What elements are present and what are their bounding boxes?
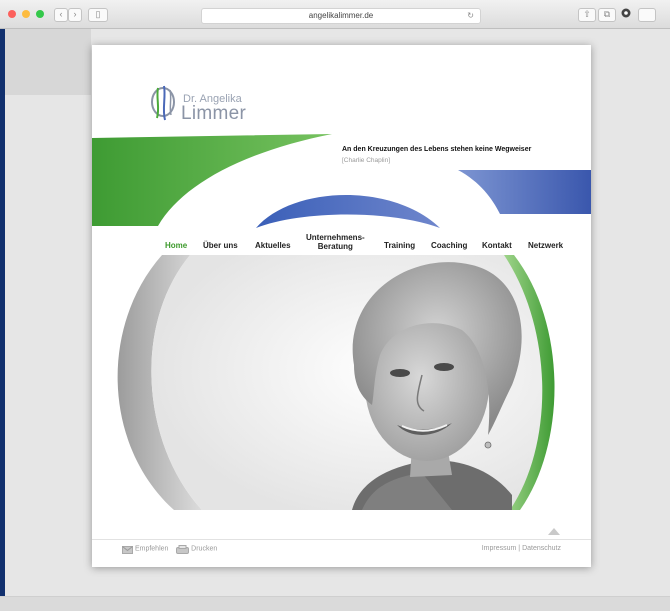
sidebar-button[interactable]: ▯ xyxy=(88,8,108,22)
nav-label: Über uns xyxy=(203,241,238,250)
printer-icon xyxy=(176,545,190,554)
print-link[interactable]: Drucken xyxy=(176,545,218,554)
more-button[interactable] xyxy=(638,8,656,22)
browser-toolbar: ‹ › ▯ angelikalimmer.de ↻ ⇧ ⧉ xyxy=(0,0,670,29)
nav-item-aktuelles[interactable]: Aktuelles xyxy=(255,241,291,250)
nav-label-line1: Unternehmens- xyxy=(306,233,365,242)
nav-label: Netzwerk xyxy=(528,241,564,250)
background-strip xyxy=(0,29,5,610)
browser-status-bar xyxy=(0,596,670,611)
extension-button[interactable] xyxy=(618,8,634,20)
chevron-left-icon: ‹ xyxy=(59,9,63,19)
logo-mark-icon xyxy=(151,85,175,121)
nav-item-coaching[interactable]: Coaching xyxy=(431,241,467,250)
logo-line2: Limmer xyxy=(181,103,247,124)
footer-divider xyxy=(92,539,591,540)
main-navigation: Home Über uns Aktuelles Unternehmens- Be… xyxy=(92,231,591,255)
minimize-window-button[interactable] xyxy=(22,10,30,18)
nav-item-ueber-uns[interactable]: Über uns xyxy=(203,241,238,250)
nav-item-training[interactable]: Training xyxy=(384,241,415,250)
recommend-link[interactable]: Empfehlen xyxy=(122,545,170,554)
url-text: angelikalimmer.de xyxy=(308,11,374,20)
recommend-label: Empfehlen xyxy=(134,546,169,553)
nav-item-unternehmens-beratung[interactable]: Unternehmens- Beratung xyxy=(306,233,365,251)
banner-quote: An den Kreuzungen des Lebens stehen kein… xyxy=(342,146,532,153)
nav-label: Training xyxy=(384,241,416,250)
background-panel xyxy=(5,29,91,95)
impressum-link[interactable]: Impressum xyxy=(482,545,517,552)
nav-label: Kontakt xyxy=(482,241,512,250)
webpage: Dr. Angelika Limmer An den Kreuzungen de… xyxy=(92,45,591,567)
zoom-window-button[interactable] xyxy=(36,10,44,18)
tabs-button[interactable]: ⧉ xyxy=(598,8,616,22)
forward-button[interactable]: › xyxy=(68,8,82,22)
extension-icon xyxy=(621,8,631,18)
print-label: Drucken xyxy=(191,546,218,553)
datenschutz-link[interactable]: Datenschutz xyxy=(522,545,561,552)
nav-item-home[interactable]: Home xyxy=(165,241,187,250)
envelope-icon xyxy=(122,545,133,554)
nav-item-kontakt[interactable]: Kontakt xyxy=(482,241,512,250)
address-bar[interactable]: angelikalimmer.de ↻ xyxy=(201,8,481,24)
footer-separator: | xyxy=(518,545,521,552)
back-button[interactable]: ‹ xyxy=(54,8,68,22)
reload-icon[interactable]: ↻ xyxy=(467,9,474,23)
scroll-to-top-button[interactable] xyxy=(548,528,560,535)
sidebar-icon: ▯ xyxy=(95,9,101,19)
footer-actions: Empfehlen Drucken xyxy=(122,545,217,554)
nav-label: Coaching xyxy=(431,241,468,250)
banner-quote-author: [Charlie Chaplin] xyxy=(342,157,391,164)
share-icon: ⇧ xyxy=(583,9,591,19)
footer-links: Impressum | Datenschutz xyxy=(482,545,561,552)
portrait-image xyxy=(117,255,555,510)
close-window-button[interactable] xyxy=(8,10,16,18)
logo[interactable]: Dr. Angelika Limmer xyxy=(148,83,288,133)
chevron-right-icon: › xyxy=(73,9,77,19)
nav-label: Aktuelles xyxy=(255,241,291,250)
nav-label-line2: Beratung xyxy=(317,242,353,251)
tabs-icon: ⧉ xyxy=(603,9,611,19)
banner-graphic xyxy=(92,134,591,228)
share-button[interactable]: ⇧ xyxy=(578,8,596,22)
nav-label: Home xyxy=(165,241,188,250)
nav-item-netzwerk[interactable]: Netzwerk xyxy=(528,241,563,250)
